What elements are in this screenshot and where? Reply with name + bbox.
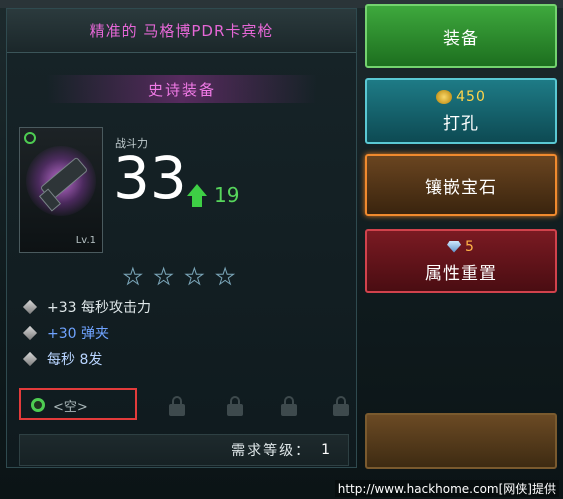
reset-attributes-button[interactable]: 5 属性重置 xyxy=(365,229,557,293)
requirement-bar: 需求等级： 1 xyxy=(19,434,349,466)
inlay-gem-button[interactable]: 镶嵌宝石 xyxy=(365,154,557,216)
attribute-row: +30 弹夹 xyxy=(22,323,109,343)
diamond-icon xyxy=(447,240,462,253)
reset-cost-value: 5 xyxy=(465,238,475,255)
reset-label: 属性重置 xyxy=(425,263,497,284)
socket-text: <空> xyxy=(53,400,88,415)
punch-cost: 450 xyxy=(436,89,486,105)
requirement-value: 1 xyxy=(321,442,330,458)
star-icon: ★ xyxy=(215,265,236,290)
inlay-label: 镶嵌宝石 xyxy=(425,177,497,198)
socket-gem-icon xyxy=(31,398,45,412)
punch-cost-value: 450 xyxy=(456,88,486,105)
attribute-row: +33 每秒攻击力 xyxy=(22,297,151,317)
up-arrow-stem xyxy=(192,195,202,207)
lock-icon xyxy=(227,396,243,416)
attribute-row: 每秒 8发 xyxy=(22,349,103,369)
star-icon: ★ xyxy=(184,265,205,290)
item-quality: 史诗装备 xyxy=(147,80,216,99)
equip-button[interactable]: 装备 xyxy=(365,4,557,68)
punch-label: 打孔 xyxy=(443,113,479,134)
star-icon: ★ xyxy=(123,265,144,290)
power-value: 33 xyxy=(113,144,187,212)
item-icon-frame[interactable]: Lv.1 xyxy=(19,127,103,253)
item-detail-panel: 精准的 马格博PDR卡宾枪 史诗装备 Lv.1 战斗力 33 19 ★ ★ ★ ★ +… xyxy=(6,8,357,468)
diamond-bullet-icon xyxy=(22,299,38,315)
socket-row: <空> xyxy=(19,388,359,422)
punch-button[interactable]: 450 打孔 xyxy=(365,78,557,144)
socket-indicator-icon xyxy=(24,132,36,144)
star-icon: ★ xyxy=(153,265,174,290)
requirement-label: 需求等级： xyxy=(231,443,312,459)
star-rating: ★ ★ ★ ★ xyxy=(123,265,236,290)
equip-label: 装备 xyxy=(443,28,479,49)
attribute-text: +30 弹夹 xyxy=(47,326,109,342)
disabled-button xyxy=(365,413,557,469)
lock-icon xyxy=(169,396,185,416)
diamond-bullet-icon xyxy=(22,351,38,367)
lock-icon xyxy=(281,396,297,416)
diamond-bullet-icon xyxy=(22,325,38,341)
lock-icon xyxy=(333,396,349,416)
item-level: Lv.1 xyxy=(75,235,96,246)
quality-banner: 史诗装备 xyxy=(47,75,317,103)
item-name: 精准的 马格博PDR卡宾枪 xyxy=(89,22,274,40)
reset-cost: 5 xyxy=(447,239,475,255)
attribute-text: 每秒 8发 xyxy=(47,352,103,368)
watermark: http://www.hackhome.com[网侠]提供 xyxy=(334,480,559,497)
socket-slot[interactable]: <空> xyxy=(19,388,137,420)
item-title-bar: 精准的 马格博PDR卡宾枪 xyxy=(7,9,356,53)
power-delta: 19 xyxy=(214,183,240,207)
gold-coin-icon xyxy=(436,89,453,104)
attribute-text: +33 每秒攻击力 xyxy=(47,300,151,316)
